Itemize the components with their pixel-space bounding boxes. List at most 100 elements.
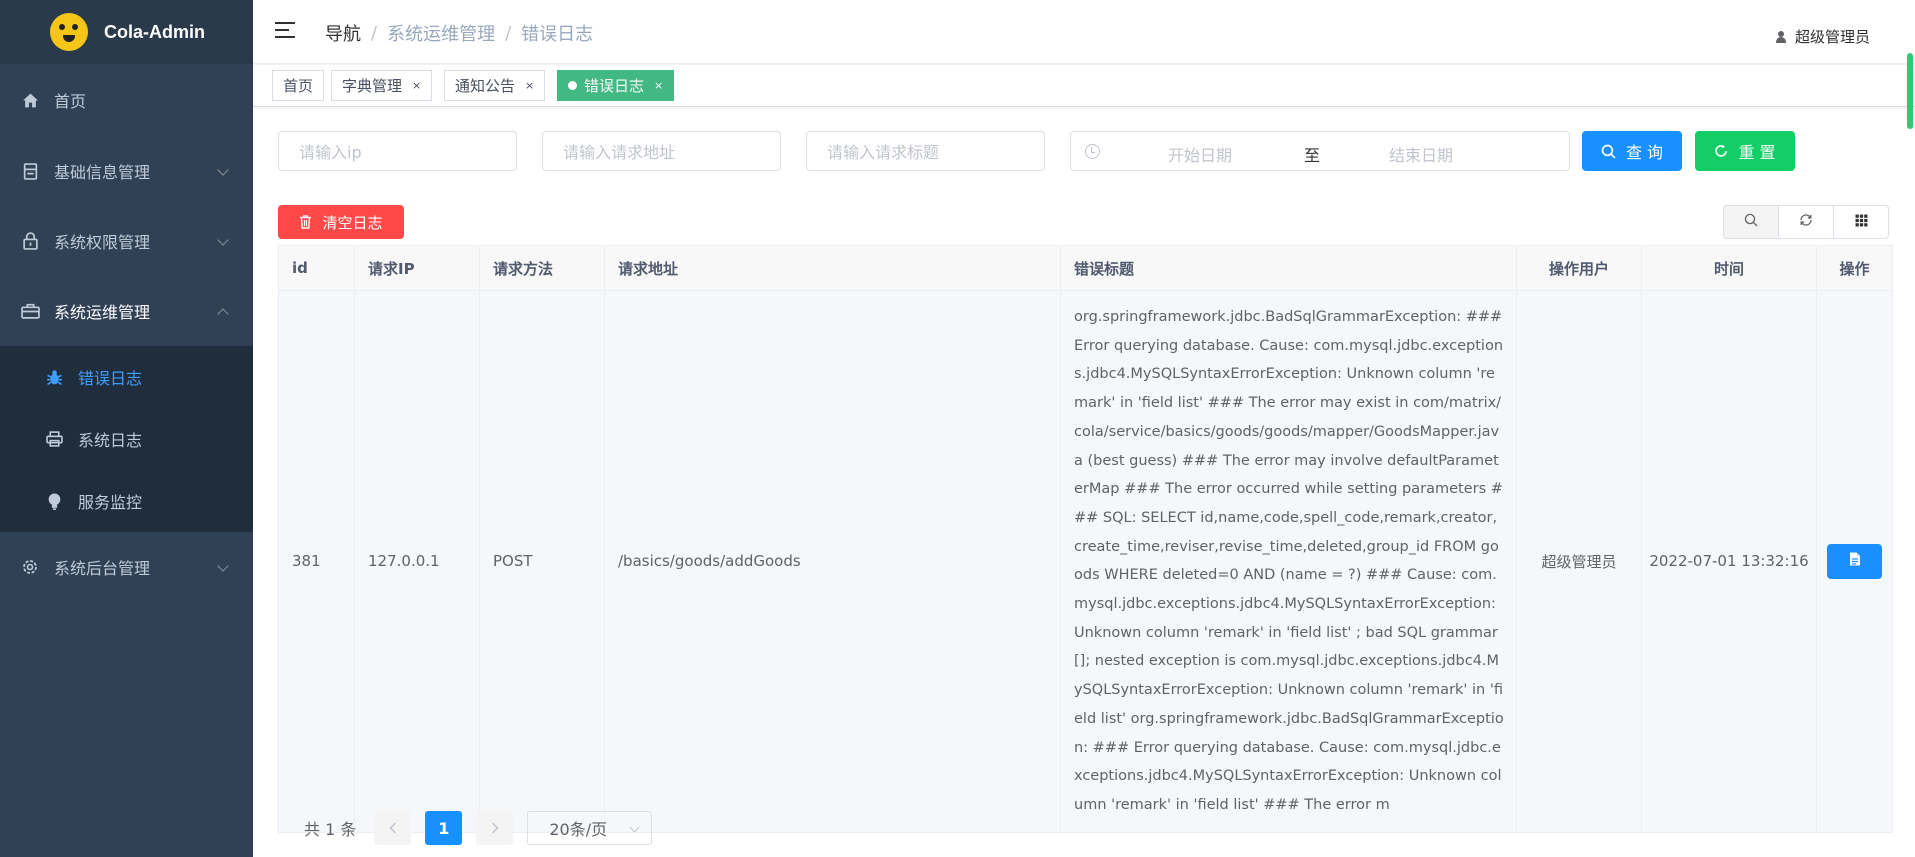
prev-page-button[interactable] (374, 811, 412, 845)
pagination-total: 共 1 条 (304, 820, 357, 839)
tag-label: 错误日志 (584, 77, 645, 95)
close-icon[interactable]: × (654, 79, 663, 92)
next-page-button[interactable] (476, 811, 514, 845)
pagination: 共 1 条 1 20条/页 (304, 811, 653, 845)
reset-button[interactable]: 重 置 (1695, 131, 1795, 171)
search-icon (1601, 144, 1616, 159)
breadcrumb-item[interactable]: 导航 (325, 20, 361, 46)
url-input[interactable]: 请输入请求地址 (542, 131, 781, 171)
refresh-icon (1714, 144, 1728, 158)
gear-icon (20, 557, 40, 577)
close-icon[interactable]: × (525, 79, 534, 92)
end-date-input[interactable]: 结束日期 (1389, 142, 1453, 166)
sidebar-item-permissions[interactable]: 系统权限管理 (0, 206, 253, 276)
column-header: 操作 (1816, 245, 1893, 291)
home-icon (20, 90, 40, 110)
date-range-picker[interactable]: 开始日期 至 结束日期 (1070, 131, 1570, 171)
refresh-icon (1799, 213, 1813, 231)
error-log-table: id 请求IP 请求方法 请求地址 错误标题 操作用户 时间 操作 381 12… (278, 245, 1893, 833)
start-date-input[interactable]: 开始日期 (1168, 142, 1232, 166)
active-dot-icon (568, 81, 577, 90)
column-header: 操作用户 (1516, 245, 1642, 291)
ip-input[interactable]: 请输入ip (278, 131, 517, 171)
sidebar-item-service-monitor[interactable]: 服务监控 (0, 470, 253, 532)
sidebar-item-label: 系统运维管理 (54, 303, 151, 322)
sidebar-item-basic-info[interactable]: 基础信息管理 (0, 136, 253, 206)
trash-icon (299, 215, 312, 229)
cell-error-title: org.springframework.jdbc.BadSqlGrammarEx… (1060, 290, 1517, 833)
sidebar: Cola-Admin 首页 基础信息管理 系统权限管理 系统运维管理 错误日志 … (0, 0, 253, 857)
tag-error-log[interactable]: 错误日志 × (557, 70, 675, 101)
breadcrumb: 导航 / 系统运维管理 / 错误日志 (325, 20, 593, 46)
search-button[interactable]: 查 询 (1582, 131, 1682, 171)
submenu-ops: 错误日志 系统日志 服务监控 (0, 346, 253, 532)
user-menu[interactable]: 超级管理员 (1775, 26, 1870, 47)
column-header: 请求地址 (604, 245, 1061, 291)
tag-label: 字典管理 (342, 77, 403, 95)
chevron-down-icon (217, 164, 229, 176)
sidebar-item-home[interactable]: 首页 (0, 64, 253, 136)
column-header: id (278, 245, 355, 291)
cell-id: 381 (278, 290, 355, 833)
toggle-search-button[interactable] (1723, 205, 1779, 239)
sidebar-item-label: 首页 (54, 92, 87, 111)
tag-dictionary[interactable]: 字典管理 × (331, 70, 433, 101)
column-header: 请求IP (354, 245, 480, 291)
bug-icon (44, 367, 64, 387)
toolbox-icon (20, 301, 40, 321)
refresh-button[interactable] (1778, 205, 1834, 239)
bulb-icon (44, 491, 64, 511)
sidebar-item-label: 错误日志 (78, 369, 143, 388)
cell-time: 2022-07-01 13:32:16 (1641, 290, 1817, 833)
cell-ip: 127.0.0.1 (354, 290, 480, 833)
tags-view: 首页 字典管理 × 通知公告 × 错误日志 × (253, 65, 1915, 107)
document-icon (1849, 552, 1861, 570)
breadcrumb-item: 系统运维管理 (387, 24, 496, 45)
column-header: 请求方法 (479, 245, 605, 291)
title-input[interactable]: 请输入请求标题 (806, 131, 1045, 171)
user-name: 超级管理员 (1794, 28, 1870, 46)
sidebar-item-label: 系统后台管理 (54, 559, 151, 578)
page-number[interactable]: 1 (425, 811, 463, 845)
page-size-select[interactable]: 20条/页 (527, 811, 653, 845)
chevron-up-icon (217, 308, 229, 320)
columns-button[interactable] (1833, 205, 1889, 239)
sidebar-item-label: 系统日志 (78, 431, 143, 450)
tag-notice[interactable]: 通知公告 × (444, 70, 546, 101)
column-header: 错误标题 (1060, 245, 1517, 291)
lock-icon (20, 231, 40, 251)
table-header-row: id 请求IP 请求方法 请求地址 错误标题 操作用户 时间 操作 (278, 245, 1893, 291)
clear-log-button[interactable]: 清空日志 (278, 205, 404, 239)
sidebar-item-system-log[interactable]: 系统日志 (0, 408, 253, 470)
cell-actions (1816, 290, 1893, 833)
scrollbar[interactable] (1907, 53, 1913, 129)
view-detail-button[interactable] (1827, 543, 1882, 579)
sidebar-item-label: 基础信息管理 (54, 163, 151, 182)
table-row[interactable]: 381 127.0.0.1 POST /basics/goods/addGood… (278, 290, 1893, 833)
user-icon (1775, 30, 1787, 43)
printer-icon (44, 429, 64, 449)
sidebar-item-error-log[interactable]: 错误日志 (0, 346, 253, 408)
tag-home[interactable]: 首页 (272, 70, 325, 101)
cell-method: POST (479, 290, 605, 833)
app-title: Cola-Admin (104, 21, 205, 42)
cell-user: 超级管理员 (1516, 290, 1642, 833)
chevron-down-icon (217, 234, 229, 246)
table-toolbar (1723, 205, 1892, 239)
dog-logo-icon (50, 13, 88, 51)
chevron-down-icon (217, 560, 229, 572)
sidebar-item-label: 系统权限管理 (54, 233, 151, 252)
search-icon (1744, 213, 1758, 231)
sidebar-item-ops[interactable]: 系统运维管理 (0, 276, 253, 346)
breadcrumb-item: 错误日志 (521, 24, 594, 45)
sidebar-item-label: 服务监控 (78, 493, 143, 512)
range-separator: 至 (1304, 146, 1321, 165)
sidebar-item-backend[interactable]: 系统后台管理 (0, 532, 253, 602)
logo[interactable]: Cola-Admin (0, 0, 253, 64)
cell-url: /basics/goods/addGoods (604, 290, 1061, 833)
close-icon[interactable]: × (412, 79, 421, 92)
chevron-down-icon (629, 822, 640, 833)
hamburger-icon[interactable] (275, 22, 295, 38)
grid-icon (1855, 213, 1868, 231)
column-header: 时间 (1641, 245, 1817, 291)
